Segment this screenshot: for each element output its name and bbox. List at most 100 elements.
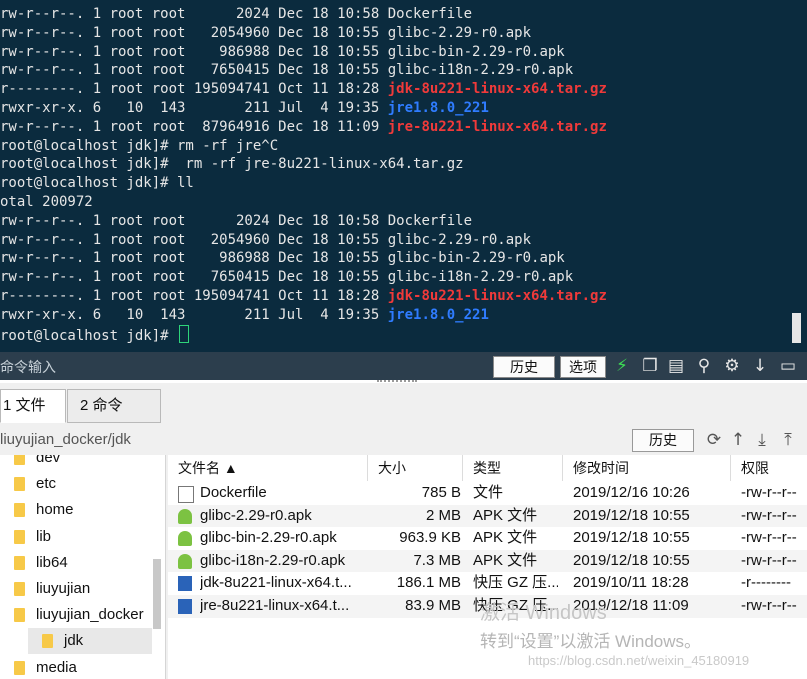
window-icon[interactable]: ▭	[778, 355, 798, 377]
folder-icon	[14, 582, 25, 596]
directory-tree: dev etc home lib lib64 liuyujian liuyujian_doc…	[0, 455, 166, 679]
tree-item-liuyujian-docker[interactable]: liuyujian_docker	[0, 602, 152, 628]
column-name[interactable]: 文件名 ▲	[168, 455, 368, 481]
terminal-line-text: rw-r--r--. 1 root root 2024 Dec 18 10:58	[0, 6, 388, 22]
path-input[interactable]: liuyujian_docker/jdk	[0, 431, 131, 448]
terminal-line: rw-r--r--. 1 root root 2024 Dec 18 10:58…	[0, 212, 472, 231]
terminal-line-text: rw-r--r--. 1 root root 2054960 Dec 18 10…	[0, 231, 388, 248]
search-icon[interactable]: ⚲	[694, 355, 714, 377]
path-history-button[interactable]: 历史	[632, 429, 694, 452]
terminal-line-text: rw-r--r--. 1 root root 87964916 Dec 18 1…	[0, 118, 388, 135]
cell-mtime: 2019/12/16 10:26	[573, 484, 690, 501]
paste-icon[interactable]: ▤	[666, 355, 686, 377]
folder-icon	[14, 608, 25, 623]
folder-icon	[14, 555, 25, 570]
terminal-file-name: Dockerfile	[387, 6, 473, 22]
cell-name: Dockerfile	[200, 484, 267, 501]
terminal-line: r--------. 1 root root 195094741 Oct 11 …	[0, 80, 607, 99]
terminal-file-name: jdk-8u221-linux-x64.tar.gz	[387, 81, 607, 98]
tree-item-jdk[interactable]: jdk	[28, 628, 152, 655]
tree-item-liuyujian[interactable]: liuyujian	[0, 576, 152, 602]
tree-item-label: dev	[36, 455, 61, 466]
up-arrow-icon[interactable]: ↑	[728, 429, 748, 451]
cell-size: 785 B	[421, 484, 461, 501]
terminal-line: rw-r--r--. 1 root root 986988 Dec 18 10:…	[0, 249, 565, 268]
table-row[interactable]: Dockerfile 785 B 文件 2019/12/16 10:26 -rw-r--…	[168, 482, 807, 505]
tab-commands-label: 2 命令	[80, 397, 123, 414]
tree-item-label: jdk	[64, 632, 84, 650]
terminal-line: root@localhost jdk]#	[0, 324, 190, 344]
command-input[interactable]: 命令输入	[0, 357, 56, 377]
tree-item-home[interactable]: home	[0, 497, 152, 523]
arrow-down-icon[interactable]: ↓	[750, 355, 770, 377]
tree-item-label: etc	[36, 475, 57, 493]
tree-item-dev[interactable]: dev	[0, 455, 152, 471]
tree-item-etc[interactable]: etc	[0, 471, 152, 497]
terminal-line-text: rw-r--r--. 1 root root 7650415 Dec 18 10…	[0, 62, 388, 79]
tab-files[interactable]: 1 文件	[0, 389, 66, 423]
command-bar: 命令输入 历史 选项 ⚡ ❐ ▤ ⚲ ⚙ ↓ ▭	[0, 352, 807, 380]
cell-perm: -rw-r--r--	[741, 551, 797, 569]
download-icon[interactable]: ⤓	[752, 429, 772, 451]
column-permissions[interactable]: 权限	[731, 455, 807, 481]
android-icon	[178, 508, 192, 524]
refresh-icon[interactable]: ⟳	[704, 429, 724, 451]
cell-type: 快压 GZ 压...	[473, 574, 558, 592]
terminal-file-name: jre1.8.0_221	[387, 100, 489, 116]
path-bar: liuyujian_docker/jdk 历史 ⟳ ↑ ⤓ ⤒	[0, 425, 807, 453]
terminal-line-text: rwxr-xr-x. 6 10 143 211 Jul 4 19:35	[0, 100, 388, 116]
terminal-line: rw-r--r--. 1 root root 986988 Dec 18 10:…	[0, 43, 565, 62]
terminal-line-text: root@localhost jdk]#	[0, 327, 178, 344]
cell-size: 2 MB	[425, 506, 461, 524]
tree-item-label: liuyujian_docker	[36, 606, 144, 624]
gear-icon[interactable]: ⚙	[722, 355, 742, 377]
upload-icon[interactable]: ⤒	[778, 429, 798, 451]
lightning-icon[interactable]: ⚡	[612, 355, 632, 377]
activation-watermark-title: 激活 Windows	[480, 602, 607, 624]
cell-size: 186.1 MB	[396, 574, 461, 592]
terminal-line: root@localhost jdk]# rm -rf jre^C	[0, 137, 278, 156]
folder-icon	[42, 634, 53, 649]
cell-perm: -rw-r--r--	[741, 506, 797, 524]
terminal-line: rw-r--r--. 1 root root 2054960 Dec 18 10…	[0, 24, 531, 43]
terminal-line: rw-r--r--. 1 root root 2024 Dec 18 10:58…	[0, 5, 472, 24]
tree-item-lib[interactable]: lib	[0, 524, 152, 550]
terminal-scrollbar[interactable]	[792, 313, 801, 343]
column-type[interactable]: 类型	[463, 455, 563, 481]
folder-icon	[14, 455, 25, 465]
cell-perm: -rw-r--r--	[741, 484, 797, 501]
archive-icon	[178, 599, 192, 614]
cell-mtime: 2019/12/18 10:55	[573, 551, 690, 569]
table-row[interactable]: jdk-8u221-linux-x64.t... 186.1 MB 快压 GZ 压.…	[168, 572, 807, 595]
history-button[interactable]: 历史	[493, 356, 555, 378]
copy-icon[interactable]: ❐	[640, 355, 660, 377]
tree-scrollbar[interactable]	[153, 559, 161, 629]
terminal-line: rw-r--r--. 1 root root 7650415 Dec 18 10…	[0, 61, 573, 80]
cell-type: APK 文件	[473, 506, 538, 524]
terminal-file-name: jre-8u221-linux-x64.tar.gz	[387, 118, 607, 135]
table-row[interactable]: glibc-i18n-2.29-r0.apk 7.3 MB APK 文件 2019/1…	[168, 549, 807, 573]
terminal-line-text: rw-r--r--. 1 root root 7650415 Dec 18 10…	[0, 269, 388, 286]
cell-name: glibc-2.29-r0.apk	[200, 506, 312, 524]
table-row[interactable]: glibc-2.29-r0.apk 2 MB APK 文件 2019/12/18 10…	[168, 504, 807, 528]
terminal-line: rwxr-xr-x. 6 10 143 211 Jul 4 19:35 jre1…	[0, 306, 489, 325]
terminal-line-text: root@localhost jdk]# ll	[0, 175, 194, 192]
tab-commands[interactable]: 2 命令	[67, 389, 161, 423]
table-row[interactable]: glibc-bin-2.29-r0.apk 963.9 KB APK 文件 2019/…	[168, 527, 807, 550]
activation-watermark-text: 转到“设置”以激活 Windows。	[480, 632, 702, 651]
terminal-line: rwxr-xr-x. 6 10 143 211 Jul 4 19:35 jre1…	[0, 99, 489, 118]
terminal-output[interactable]: rw-r--r--. 1 root root 2024 Dec 18 10:58…	[0, 0, 807, 352]
cell-size: 7.3 MB	[413, 551, 461, 569]
terminal-line: root@localhost jdk]# ll	[0, 174, 194, 193]
options-button[interactable]: 选项	[560, 356, 606, 378]
column-size[interactable]: 大小	[368, 455, 463, 481]
cell-size: 963.9 KB	[399, 529, 461, 547]
tree-item-label: media	[36, 658, 77, 676]
column-modified[interactable]: 修改时间	[563, 455, 731, 481]
cell-name: glibc-i18n-2.29-r0.apk	[200, 551, 346, 569]
cell-name: glibc-bin-2.29-r0.apk	[200, 529, 337, 547]
blog-url-watermark: https://blog.csdn.net/weixin_45180919	[528, 653, 750, 668]
tree-item-lib64[interactable]: lib64	[0, 550, 152, 576]
tree-item-media[interactable]: media	[0, 655, 152, 679]
terminal-line-text: otal 200972	[0, 194, 93, 210]
